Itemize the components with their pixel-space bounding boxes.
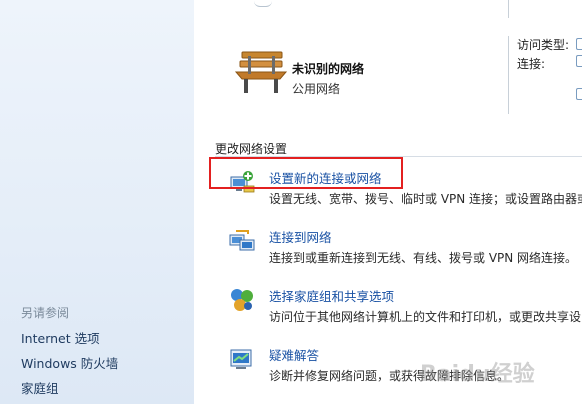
network-type: 公用网络: [292, 82, 341, 96]
network-status-icon: [576, 88, 582, 100]
sidebar-link-windows-firewall[interactable]: Windows 防火墙: [21, 353, 118, 372]
network-status-icon: [576, 55, 582, 67]
homegroup-icon: [231, 289, 253, 311]
sidebar-link-internet-options[interactable]: Internet 选项: [21, 328, 100, 347]
divider: [508, 0, 509, 18]
task-desc-connect-network: 连接到或重新连接到无线、有线、拨号或 VPN 网络连接。: [269, 251, 578, 265]
left-sidebar: 另请参阅 Internet 选项 Windows 防火墙 家庭组: [0, 0, 194, 404]
connection-label: 连接:: [517, 57, 546, 71]
see-also-title: 另请参阅: [21, 306, 70, 320]
sidebar-link-homegroup[interactable]: 家庭组: [21, 378, 59, 397]
troubleshoot-icon: [230, 349, 252, 369]
divider: [508, 36, 509, 114]
task-desc-homegroup-sharing: 访问位于其他网络计算机上的文件和打印机，或更改共享设: [269, 310, 582, 324]
network-status-icon: [576, 38, 582, 50]
watermark: Baidu经验: [420, 362, 535, 387]
connect-network-icon: [229, 230, 255, 251]
task-link-homegroup-sharing[interactable]: 选择家庭组和共享选项: [269, 286, 394, 305]
task-link-troubleshoot[interactable]: 疑难解答: [269, 345, 319, 364]
main-panel: 未识别的网络 公用网络 访问类型: 连接: 更改网络设置 设置新的连接或网络 设…: [194, 0, 582, 404]
public-network-bench-icon: [234, 51, 288, 93]
network-map-connector: [254, 0, 272, 7]
network-name: 未识别的网络: [292, 62, 365, 76]
task-desc-new-connection: 设置无线、宽带、拨号、临时或 VPN 连接；或设置路由器或: [269, 192, 582, 206]
section-title: 更改网络设置: [215, 142, 288, 156]
annotation-highlight-box: [209, 157, 403, 189]
access-type-label: 访问类型:: [517, 38, 570, 52]
task-link-connect-network[interactable]: 连接到网络: [269, 227, 332, 246]
